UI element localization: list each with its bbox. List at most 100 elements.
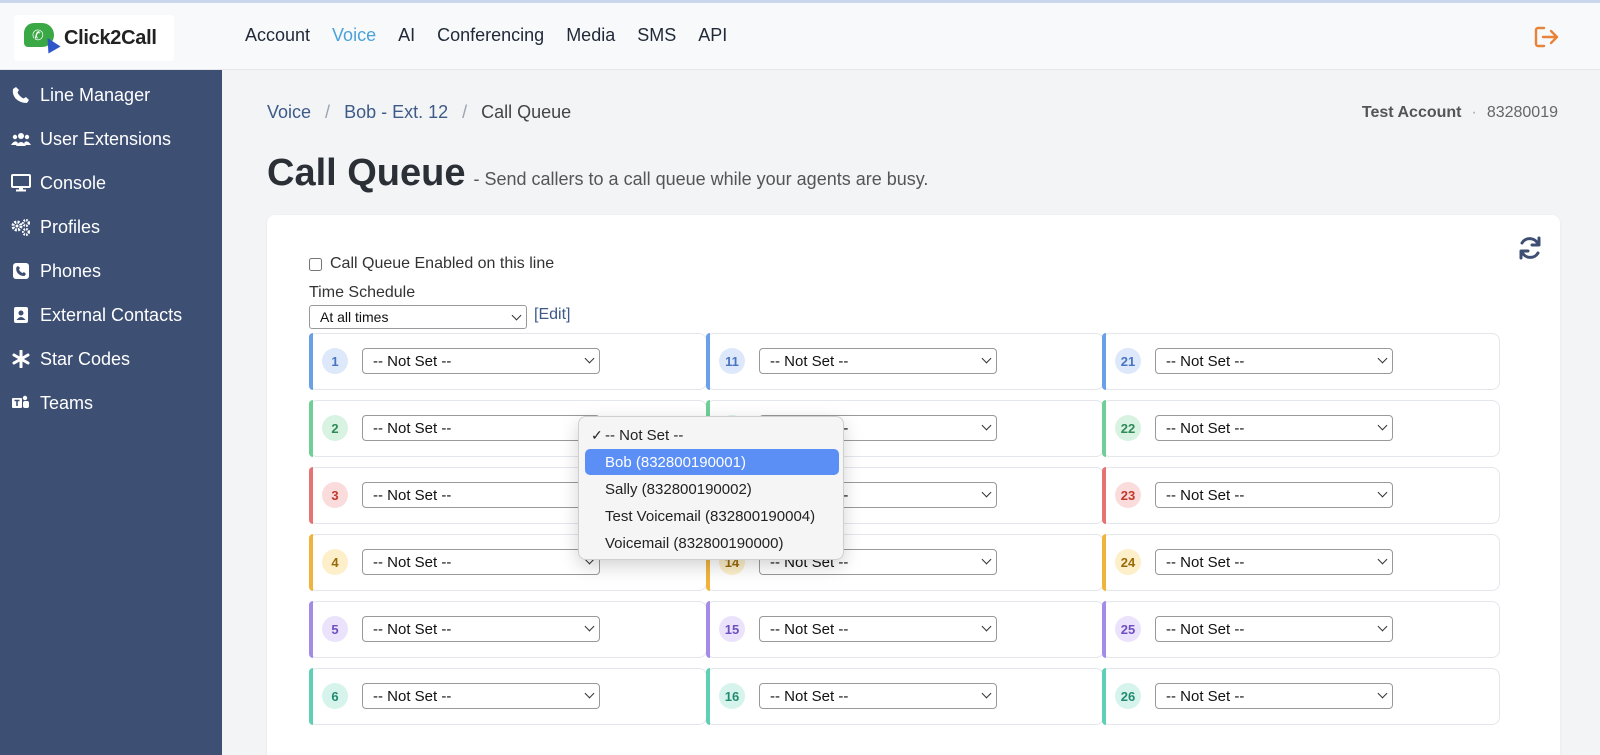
queue-slot-1: 1 -- Not Set --	[309, 333, 707, 390]
call-queue-enabled-row[interactable]: Call Queue Enabled on this line	[309, 255, 554, 273]
dropdown-option[interactable]: Sally (832800190002)	[585, 476, 839, 502]
slot-number-badge: 15	[719, 616, 745, 642]
refresh-icon[interactable]	[1517, 235, 1543, 261]
time-schedule-label: Time Schedule	[309, 284, 416, 301]
account-number: 83280019	[1486, 104, 1558, 121]
slot-color-bar	[309, 400, 313, 457]
queue-slot-25: 25 -- Not Set --	[1102, 601, 1500, 658]
breadcrumb-voice[interactable]: Voice	[267, 102, 311, 123]
queue-member-select[interactable]: -- Not Set --	[362, 415, 600, 441]
chevron-down-icon	[1377, 487, 1388, 498]
nav-ai[interactable]: AI	[398, 25, 415, 46]
queue-slot-15: 15 -- Not Set --	[706, 601, 1104, 658]
slot-number-badge: 24	[1115, 549, 1141, 575]
queue-member-select[interactable]: -- Not Set --	[759, 683, 997, 709]
queue-member-select[interactable]: -- Not Set --	[362, 683, 600, 709]
chevron-down-icon	[584, 353, 595, 364]
queue-slot-26: 26 -- Not Set --	[1102, 668, 1500, 725]
queue-member-select[interactable]: -- Not Set --	[362, 348, 600, 374]
queue-member-select[interactable]: -- Not Set --	[1155, 683, 1393, 709]
sidebar-item-console[interactable]: Console	[0, 165, 222, 201]
nav-api[interactable]: API	[698, 25, 727, 46]
nav-voice[interactable]: Voice	[332, 25, 376, 46]
queue-member-select[interactable]: -- Not Set --	[759, 348, 997, 374]
queue-member-value: -- Not Set --	[373, 553, 452, 571]
slot-color-bar	[1102, 668, 1106, 725]
slot-color-bar	[1102, 601, 1106, 658]
sidebar-item-label: Star Codes	[40, 348, 131, 369]
queue-member-value: -- Not Set --	[373, 419, 452, 437]
queue-slot-6: 6 -- Not Set --	[309, 668, 707, 725]
dropdown-option[interactable]: Test Voicemail (832800190004)	[585, 503, 839, 529]
slot-number-badge: 1	[322, 348, 348, 374]
app-logo[interactable]: ✆ Click2Call	[14, 15, 174, 61]
page-header: Call Queue - Send callers to a call queu…	[267, 152, 928, 195]
top-nav: Account Voice AI Conferencing Media SMS …	[245, 25, 749, 46]
queue-member-value: -- Not Set --	[373, 620, 452, 638]
queue-slot-24: 24 -- Not Set --	[1102, 534, 1500, 591]
slot-color-bar	[1102, 467, 1106, 524]
nav-media[interactable]: Media	[566, 25, 615, 46]
queue-member-select[interactable]: -- Not Set --	[1155, 348, 1393, 374]
queue-member-value: -- Not Set --	[1166, 486, 1245, 504]
page-subtitle: - Send callers to a call queue while you…	[473, 169, 929, 189]
logo-text: Click2Call	[64, 26, 157, 49]
queue-member-select[interactable]: -- Not Set --	[1155, 549, 1393, 575]
chevron-down-icon	[981, 688, 992, 699]
sidebar-item-phones[interactable]: Phones	[0, 253, 222, 289]
page-title: Call Queue	[267, 152, 466, 194]
sidebar-item-line-manager[interactable]: Line Manager	[0, 77, 222, 113]
queue-member-select[interactable]: -- Not Set --	[362, 549, 600, 575]
phone-square-icon	[10, 260, 32, 282]
time-schedule-edit-link[interactable]: [Edit]	[534, 306, 570, 324]
chevron-down-icon	[511, 310, 522, 321]
sidebar-item-profiles[interactable]: Profiles	[0, 209, 222, 245]
nav-conferencing[interactable]: Conferencing	[437, 25, 544, 46]
queue-member-select[interactable]: -- Not Set --	[1155, 616, 1393, 642]
logout-icon[interactable]	[1534, 25, 1560, 49]
breadcrumb-extension[interactable]: Bob - Ext. 12	[344, 102, 448, 123]
queue-member-select[interactable]: -- Not Set --	[759, 616, 997, 642]
queue-member-value: -- Not Set --	[1166, 687, 1245, 705]
queue-member-select[interactable]: -- Not Set --	[1155, 482, 1393, 508]
queue-member-select[interactable]: -- Not Set --	[362, 482, 600, 508]
sidebar-item-star-codes[interactable]: Star Codes	[0, 341, 222, 377]
sidebar-item-label: External Contacts	[40, 304, 183, 325]
time-schedule-select[interactable]: At all times	[309, 305, 527, 329]
call-queue-enabled-checkbox[interactable]	[309, 257, 322, 271]
dropdown-option[interactable]: Bob (832800190001)	[585, 449, 839, 475]
slot-color-bar	[309, 601, 313, 658]
queue-member-value: -- Not Set --	[1166, 620, 1245, 638]
chevron-down-icon	[981, 353, 992, 364]
queue-member-value: -- Not Set --	[373, 687, 452, 705]
chevron-down-icon	[1377, 353, 1388, 364]
sidebar-item-user-extensions[interactable]: User Extensions	[0, 121, 222, 157]
chevron-down-icon	[981, 554, 992, 565]
dropdown-option[interactable]: ✓ -- Not Set --	[585, 422, 839, 448]
slot-number-badge: 25	[1115, 616, 1141, 642]
breadcrumb-separator: /	[462, 102, 468, 122]
monitor-icon	[10, 172, 32, 194]
nav-account[interactable]: Account	[245, 25, 310, 46]
queue-member-select[interactable]: -- Not Set --	[362, 616, 600, 642]
slot-number-badge: 11	[719, 348, 745, 374]
slot-color-bar	[309, 534, 313, 591]
sidebar-item-external-contacts[interactable]: External Contacts	[0, 297, 222, 333]
slot-number-badge: 23	[1115, 482, 1141, 508]
nav-sms[interactable]: SMS	[637, 25, 676, 46]
sidebar-item-label: Line Manager	[40, 84, 151, 105]
breadcrumb: Voice / Bob - Ext. 12 / Call Queue	[267, 102, 571, 123]
dropdown-option[interactable]: Voicemail (832800190000)	[585, 530, 839, 556]
queue-member-value: -- Not Set --	[1166, 419, 1245, 437]
slot-number-badge: 4	[322, 549, 348, 575]
contact-card-icon	[10, 304, 32, 326]
click2call-logo-icon: ✆	[24, 23, 61, 54]
slot-color-bar	[706, 333, 710, 390]
dropdown-option-label: -- Not Set --	[605, 426, 684, 444]
slot-number-badge: 22	[1115, 415, 1141, 441]
teams-icon	[10, 392, 32, 414]
slot-color-bar	[1102, 333, 1106, 390]
slot-color-bar	[706, 601, 710, 658]
sidebar-item-teams[interactable]: Teams	[0, 385, 222, 421]
queue-member-select[interactable]: -- Not Set --	[1155, 415, 1393, 441]
